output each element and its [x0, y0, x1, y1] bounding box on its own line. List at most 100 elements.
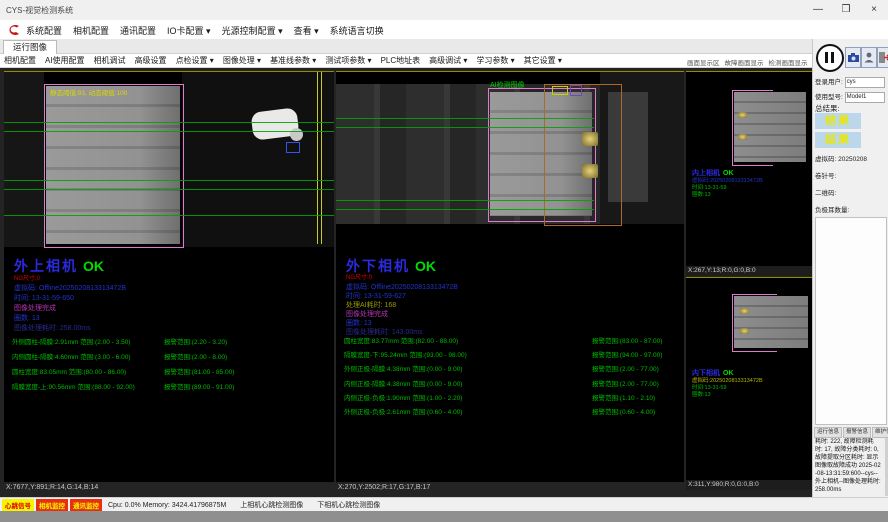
cursor-coords-mini2: X:311,Y:980;R:0,G:0,B:0 [686, 480, 814, 490]
info-value: 20250208 [836, 156, 867, 163]
log-tab-1[interactable]: 报警信息 [843, 427, 871, 438]
measure-line [4, 131, 334, 132]
measure-line [336, 200, 594, 201]
log-tab-0[interactable]: 运行信息 [814, 427, 842, 438]
camera-name: 内下相机OK [692, 368, 763, 378]
fault-display-label[interactable]: 故障画面显示 [725, 57, 764, 67]
tab-run-image[interactable]: 运行图像 [3, 40, 57, 54]
toolbar-item-1[interactable]: AI使用配置 [45, 55, 85, 66]
menu-item-4[interactable]: 光源控制配置 ▾ [222, 26, 283, 36]
measure-line [336, 118, 594, 119]
measure-line [4, 122, 334, 123]
measurement-row: 圆柱宽度:83.77mm 范围:(82.00 - 88.00)报警范围:(83.… [344, 335, 662, 349]
timestamp: 时间: 13-31-59-627 [346, 292, 458, 301]
maximize-button[interactable]: ❒ [832, 0, 860, 20]
turn-count: 圈数: 13 [346, 319, 458, 328]
menu-item-1[interactable]: 相机配置 [73, 26, 109, 36]
measurement-value: 隔膜宽度-上:90.56mm 范围:(88.00 - 92.00) [12, 380, 164, 395]
minimize-button[interactable]: — [804, 0, 832, 20]
toolbar-item-8[interactable]: PLC地址表 [381, 55, 421, 66]
toolbar-item-5[interactable]: 图像处理 ▾ [223, 55, 261, 66]
pause-button[interactable] [816, 44, 844, 72]
ng-size-label: NG尺寸:0 [346, 274, 458, 283]
camera-info-block: 外上相机OK NG尺寸:0 虚拟码: Offline20250208133134… [14, 258, 126, 334]
toolbar-item-10[interactable]: 学习参数 ▾ [476, 55, 514, 66]
blue-marker-rect [286, 142, 300, 153]
measurement-value: 内侧正极-隔膜:4.38mm 范围:(0.00 - 9.00) [344, 378, 592, 392]
toolbar-item-2[interactable]: 相机调试 [94, 55, 126, 66]
measurement-row: 外侧正极-负极:2.61mm 范围:(0.60 - 4.00)报警范围:(0.6… [344, 406, 662, 420]
measurement-value: 圆柱宽度:83.05mm 范围:(80.00 - 86.00) [12, 365, 164, 380]
toolbar-item-7[interactable]: 测试项参数 ▾ [325, 55, 371, 66]
machine-structure [182, 72, 334, 247]
alarm-range: 报警范围:(94.00 - 97.00) [592, 349, 662, 363]
status-ok: OK [83, 258, 104, 274]
app-logo-icon [6, 23, 22, 37]
info-field-2: 二维码: [815, 187, 836, 197]
roi-rect [732, 294, 777, 352]
toolbar-item-11[interactable]: 其它设置 ▾ [524, 55, 562, 66]
alarm-range: 报警范围:(2.00 - 77.00) [592, 378, 659, 392]
measurement-row: 隔膜宽度-下:95.24mm 范围:(93.00 - 98.00)报警范围:(9… [344, 349, 662, 363]
mini-info-line: 虚拟码:2025020813313472B [692, 378, 763, 385]
info-field-3: 负极耳数量: [815, 204, 849, 214]
login-user-value[interactable]: cys [845, 77, 885, 88]
sidebar: 登录用户: cys 使用型号: Model1 总结果: 结果 结果 虚拟码: 2… [812, 39, 888, 497]
tab-highlight [582, 132, 598, 146]
camera-name: 外下相机OK [346, 258, 458, 274]
status-badge-0: 心跳信号 [2, 499, 34, 511]
ng-size-label: NG尺寸:0 [14, 274, 126, 284]
result-badge-1: 结果 [815, 113, 861, 129]
detect-display-label[interactable]: 检测画面显示 [769, 57, 808, 67]
toolbar-item-6[interactable]: 基准线参数 ▾ [270, 55, 316, 66]
process-done-label: 图像处理完成 [14, 304, 126, 314]
measurement-row: 内侧正极-负极:1.90mm 范围:(1.00 - 2.20)报警范围:(1.1… [344, 392, 662, 406]
turn-count: 圈数: 13 [14, 314, 126, 324]
measure-line [336, 209, 594, 210]
model-value[interactable]: Model1 [845, 92, 885, 103]
window-controls: — ❒ × [804, 0, 888, 20]
measurement-value: 外侧圆柱-隔膜:2.91mm 范围:(2.00 - 3.50) [12, 335, 164, 350]
camera-tool-button[interactable] [845, 47, 861, 68]
lower-cam-heartbeat-link[interactable]: 下相机心跳检测图像 [317, 500, 380, 510]
menu-item-2[interactable]: 通讯配置 [120, 26, 156, 36]
measure-line [4, 180, 334, 181]
camera-name: 内上相机OK [692, 168, 763, 178]
alarm-range: 报警范围:(1.10 - 2.10) [592, 392, 655, 406]
toolbar-item-4[interactable]: 点检设置 ▾ [176, 55, 214, 66]
cursor-coords-left: X:7677,Y:891;R:14,G:14,B:14 [6, 484, 98, 491]
toolbar-item-0[interactable]: 相机配置 [4, 55, 36, 66]
measurement-row: 内侧圆柱-隔膜:4.60mm 范围:(3.00 - 6.00)报警范围:(2.0… [12, 350, 234, 365]
login-user-label: 登录用户: [815, 79, 843, 86]
camera-view-inner-lower[interactable]: 内下相机OK 虚拟码:2025020813313472B时间:13-31-59圈… [686, 277, 812, 480]
alarm-range: 报警范围:(89.00 - 91.00) [164, 380, 234, 395]
menu-item-6[interactable]: 系统语言切换 [330, 26, 384, 36]
measurement-row: 内侧正极-隔膜:4.38mm 范围:(0.00 - 9.00)报警范围:(2.0… [344, 378, 662, 392]
result-list-area[interactable] [815, 217, 887, 425]
close-button[interactable]: × [860, 0, 888, 20]
upper-cam-heartbeat-link[interactable]: 上相机心跳检测图像 [240, 500, 303, 510]
exit-button[interactable] [877, 47, 888, 68]
menu-item-5[interactable]: 查看 ▾ [294, 26, 319, 36]
camera-view-outer-upper[interactable]: 静态阈值:93, 动态阈值:100 外上相机OK NG尺寸:0 虚拟码: Off… [4, 71, 334, 482]
measure-line [4, 215, 334, 216]
display-area-label: 画面显示区 [687, 57, 720, 67]
machine-structure [4, 72, 44, 247]
camera-view-inner-upper[interactable]: 内上相机OK 虚拟码:2025020813313472B时间:13-31-59圈… [686, 71, 812, 266]
status-ok: OK [415, 258, 436, 274]
exit-icon [879, 52, 888, 63]
user-tool-button[interactable] [861, 47, 877, 68]
log-tab-2[interactable]: 维护信息 [872, 427, 888, 438]
toolbar-item-3[interactable]: 高级设置 [135, 55, 167, 66]
ai-cost: 处理AI耗时: 168 [346, 301, 458, 310]
cursor-coords-center: X:270,Y:2502;R:17,G:17,B:17 [338, 484, 430, 491]
mini-info-line: 圈数:13 [692, 392, 763, 399]
camera-view-outer-lower[interactable]: AI检测图像 外下相机OK NG尺寸:0 虚拟码: Offline2025020… [336, 71, 684, 482]
info-field-0: 虚拟码: 20250208 [815, 153, 867, 163]
toolbar-item-9[interactable]: 高级调试 ▾ [429, 55, 467, 66]
menu-item-3[interactable]: IO卡配置 ▾ [167, 26, 211, 36]
threshold-overlay-text: 静态阈值:93, 动态阈值:100 [50, 87, 127, 97]
info-field-1: 卷针号: [815, 170, 836, 180]
menu-item-0[interactable]: 系统配置 [26, 26, 62, 36]
toolbar-items: 相机配置 AI使用配置相机调试高级设置点检设置 ▾ 图像处理 ▾ 基准线参数 ▾ 测试项… [4, 55, 571, 66]
